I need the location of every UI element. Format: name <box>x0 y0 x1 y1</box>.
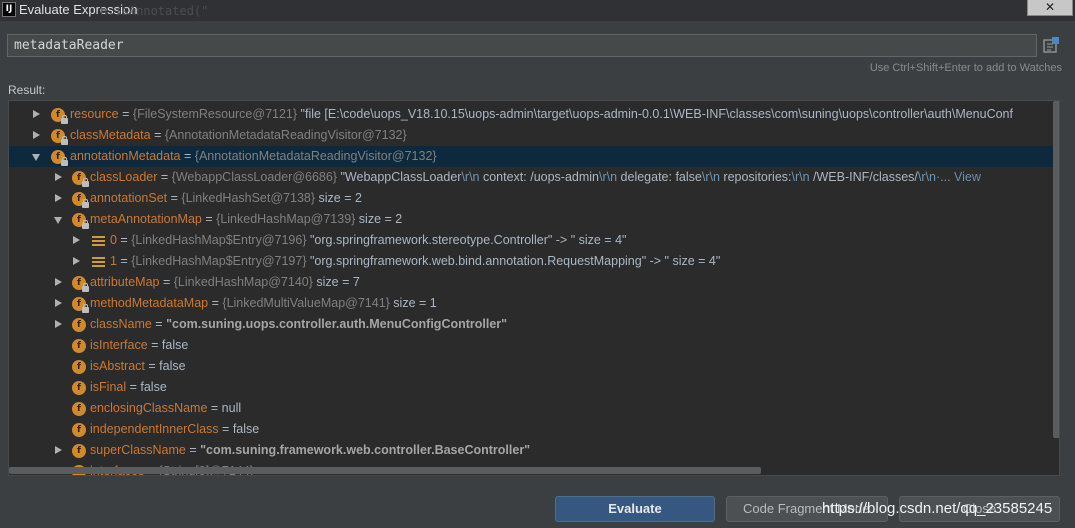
tree-row-isFinal[interactable]: f isFinal = false <box>9 377 1053 398</box>
tree-row-annotationMetadata[interactable]: f annotationMetadata = {AnnotationMetada… <box>9 146 1053 167</box>
watermark: https://blog.csdn.net/qq_23585245 <box>822 500 1053 517</box>
expand-arrow-icon[interactable] <box>55 194 62 202</box>
result-label: Result: <box>8 83 46 97</box>
map-entry-icon <box>92 257 105 268</box>
field-icon: f <box>72 213 89 229</box>
field-icon: f <box>72 423 86 437</box>
collapse-arrow-icon[interactable] <box>54 217 62 224</box>
tree-row-resource[interactable]: f resource = {FileSystemResource@7121} "… <box>9 104 1053 125</box>
tree-row-classMetadata[interactable]: f classMetadata = {AnnotationMetadataRea… <box>9 125 1053 146</box>
tree-row-attributeMap[interactable]: f attributeMap = {LinkedHashMap@7140} si… <box>9 272 1053 293</box>
field-icon: f <box>72 360 86 374</box>
expand-arrow-icon[interactable] <box>73 236 80 244</box>
expand-arrow-icon[interactable] <box>55 299 62 307</box>
field-icon: f <box>72 318 86 332</box>
field-icon: f <box>72 171 89 187</box>
tree-row-entry-0[interactable]: 0 = {LinkedHashMap$Entry@7196} "org.spri… <box>9 230 1053 251</box>
expand-arrow-icon[interactable] <box>55 173 62 181</box>
watches-hint: Use Ctrl+Shift+Enter to add to Watches <box>869 62 1062 74</box>
field-icon: f <box>72 381 86 395</box>
expression-input[interactable]: metadataReader <box>7 34 1037 57</box>
expand-arrow-icon[interactable] <box>73 257 80 265</box>
collapse-arrow-icon[interactable] <box>32 154 40 161</box>
evaluate-button[interactable]: Evaluate <box>555 496 715 522</box>
field-icon: f <box>72 402 86 416</box>
tree-row-enclosingClassName[interactable]: f enclosingClassName = null <box>9 398 1053 419</box>
horizontal-scrollbar[interactable] <box>9 467 761 474</box>
intellij-app-icon: IJ <box>2 2 16 17</box>
window-close-button[interactable]: ✕ <box>1027 0 1073 16</box>
expand-arrow-icon[interactable] <box>55 320 62 328</box>
map-entry-icon <box>92 236 105 247</box>
field-icon: f <box>72 276 89 292</box>
expand-editor-icon[interactable] <box>1041 35 1061 55</box>
expand-arrow-icon[interactable] <box>55 278 62 286</box>
tree-row-className[interactable]: f className = "com.suning.uops.controlle… <box>9 314 1053 335</box>
tree-row-entry-1[interactable]: 1 = {LinkedHashMap$Entry@7197} "org.spri… <box>9 251 1053 272</box>
field-icon: f <box>72 297 89 313</box>
tree-row-isAbstract[interactable]: f isAbstract = false <box>9 356 1053 377</box>
expand-arrow-icon[interactable] <box>55 446 62 454</box>
tree-row-independentInnerClass[interactable]: f independentInnerClass = false <box>9 419 1053 440</box>
expand-arrow-icon[interactable] <box>33 110 40 118</box>
tree-row-superClassName[interactable]: f superClassName = "com.suning.framework… <box>9 440 1053 461</box>
tree-row-annotationSet[interactable]: f annotationSet = {LinkedHashSet@7138} s… <box>9 188 1053 209</box>
tree-row-methodMetadataMap[interactable]: f methodMetadataMap = {LinkedMultiValueM… <box>9 293 1053 314</box>
field-icon: f <box>51 108 68 124</box>
field-icon: f <box>51 129 68 145</box>
field-icon: f <box>72 339 86 353</box>
vertical-scrollbar[interactable] <box>1053 101 1059 438</box>
tree-row-classLoader[interactable]: f classLoader = {WebappClassLoader@6686}… <box>9 167 1053 188</box>
tree-row-isInterface[interactable]: f isInterface = false <box>9 335 1053 356</box>
field-icon: f <box>72 192 89 208</box>
field-icon: f <box>51 150 68 166</box>
field-icon: f <box>72 444 86 458</box>
tree-row-metaAnnotationMap[interactable]: f metaAnnotationMap = {LinkedHashMap@713… <box>9 209 1053 230</box>
result-tree[interactable]: f resource = {FileSystemResource@7121} "… <box>8 100 1060 476</box>
title-bar: IJ Evaluate Expression n.isAnnotated(" ✕ <box>0 0 1075 21</box>
view-link[interactable]: View <box>951 170 981 184</box>
expand-arrow-icon[interactable] <box>33 131 40 139</box>
background-editor-text: n.isAnnotated(" <box>100 4 209 18</box>
